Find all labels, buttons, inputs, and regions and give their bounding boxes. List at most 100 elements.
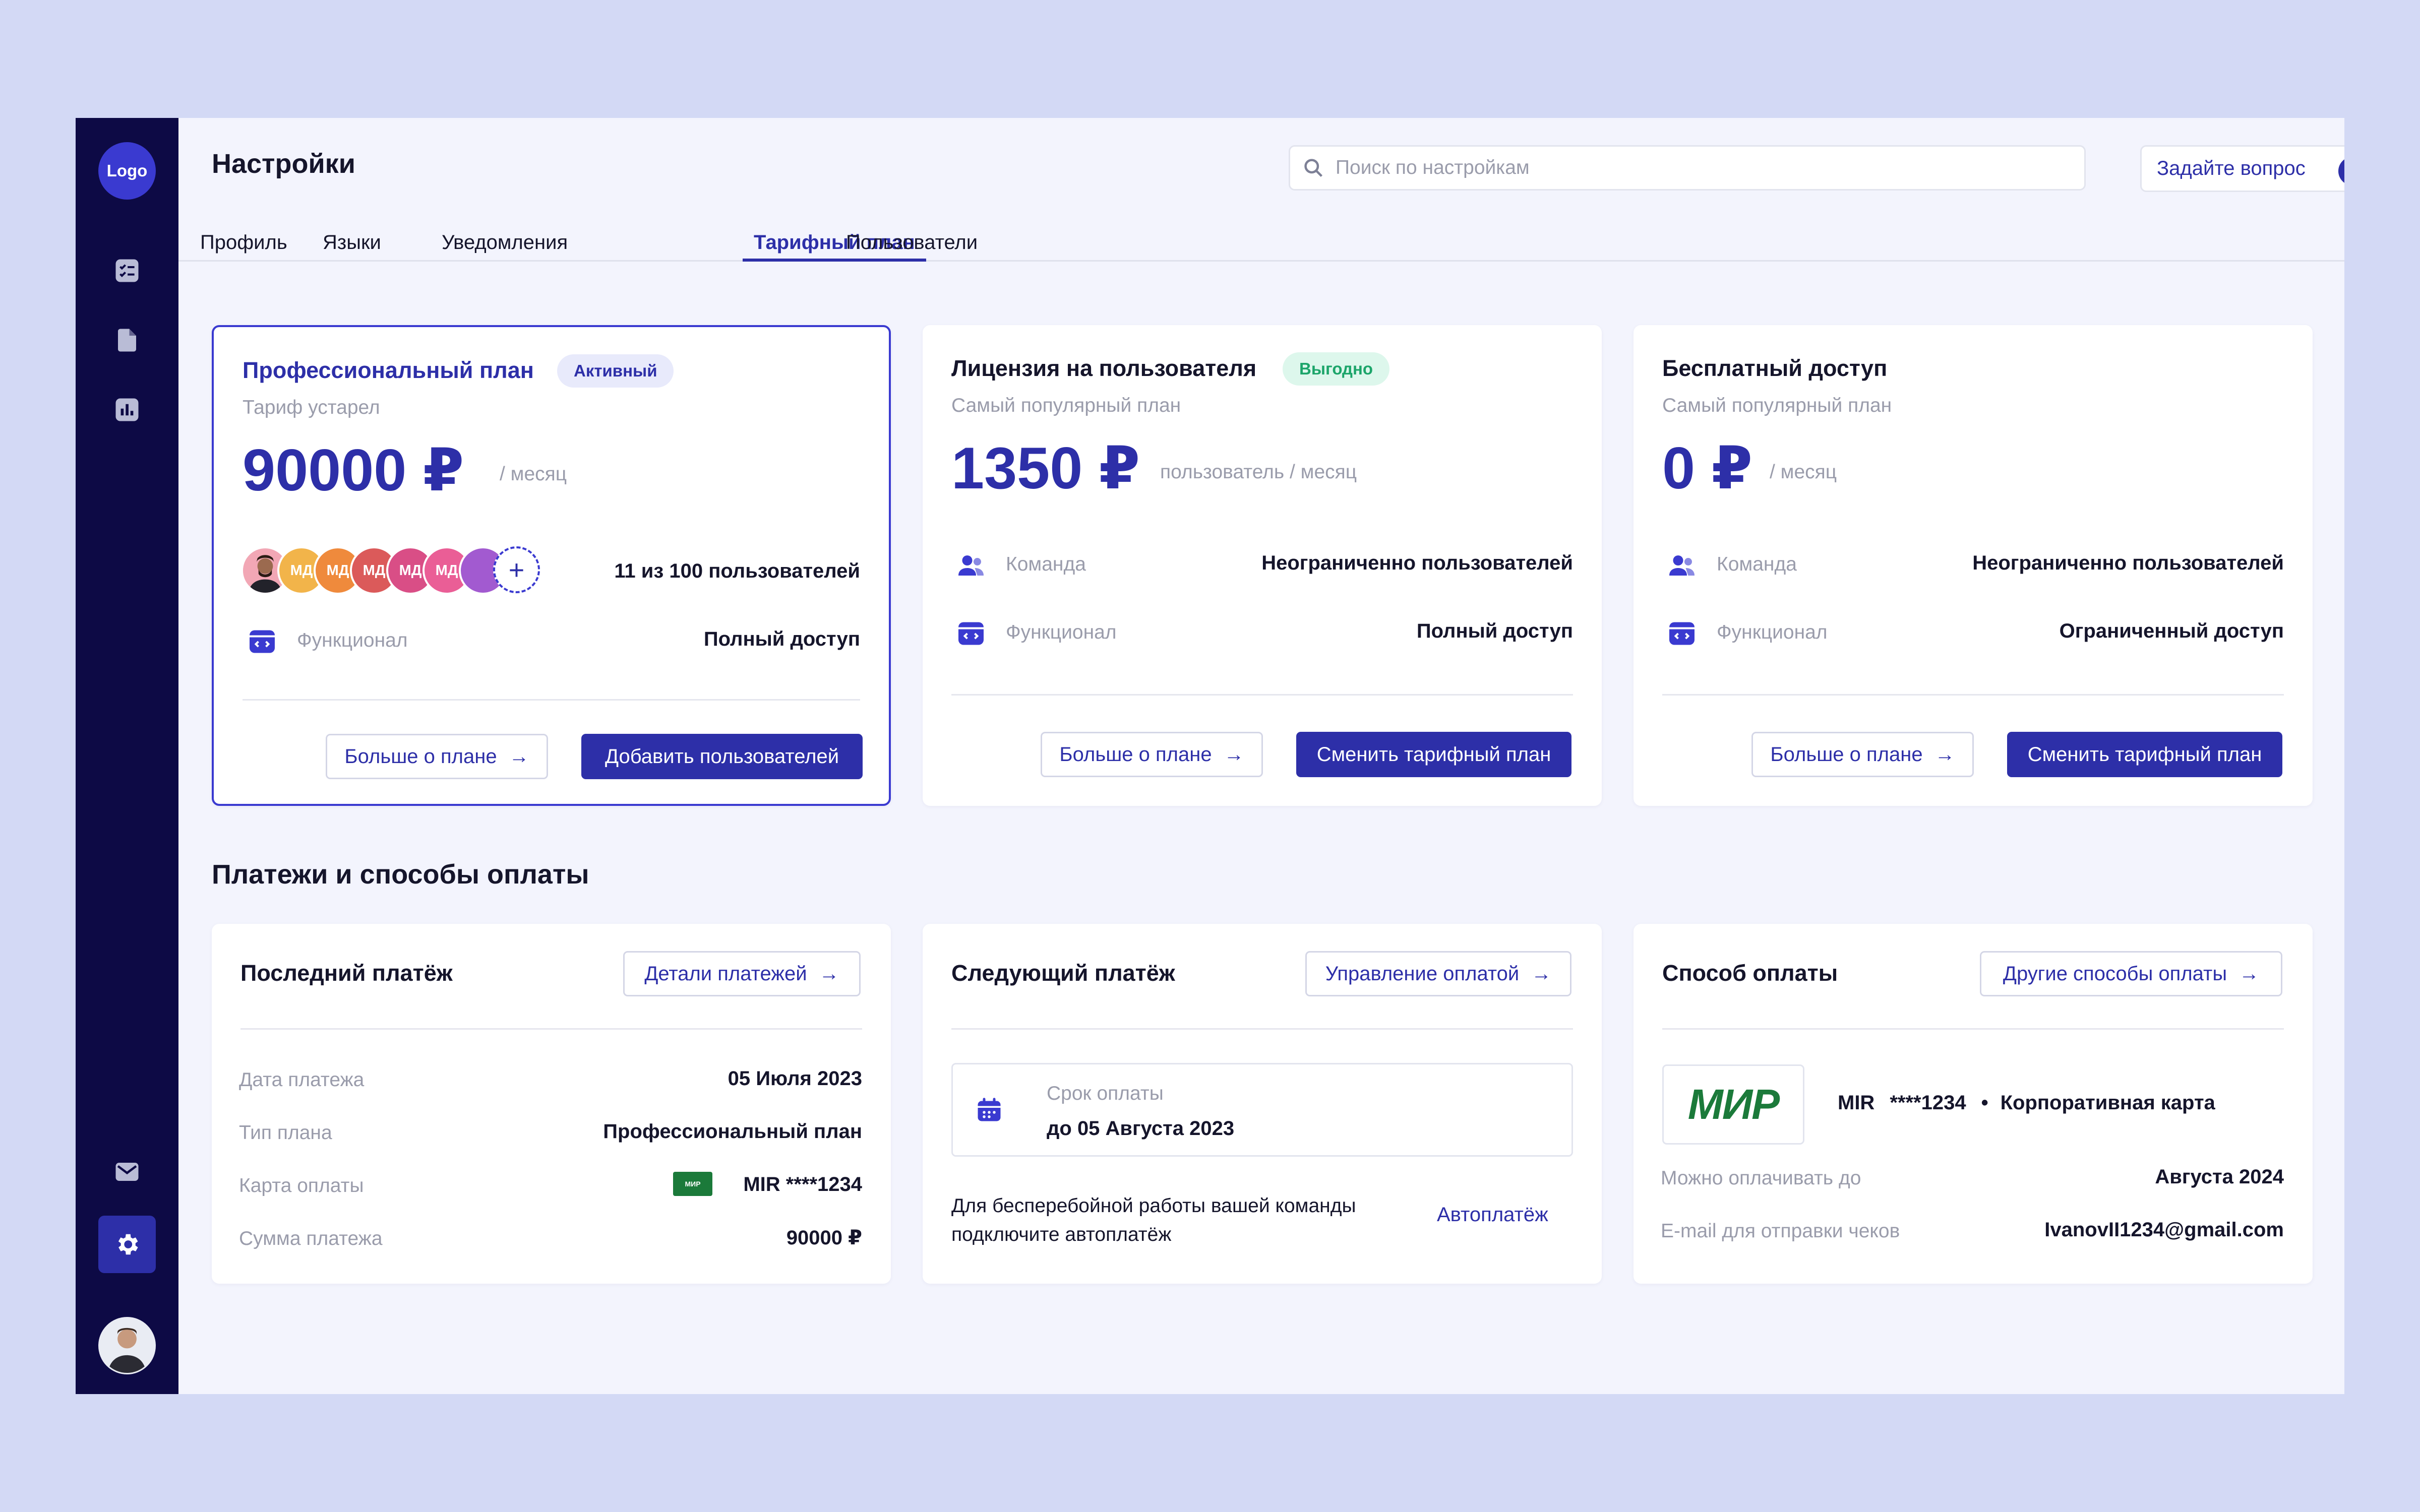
- team-icon: [958, 555, 984, 576]
- more-about-plan-button[interactable]: Больше о плане →: [1041, 732, 1263, 777]
- plan-card-professional: Профессиональный план Активный Тариф уст…: [212, 325, 891, 806]
- divider: [951, 1028, 1573, 1030]
- card-label: Карта оплаты: [239, 1175, 364, 1196]
- app-window: Logo Настройки Поиск по настройкам Задай…: [76, 118, 2344, 1394]
- code-window-icon: [1669, 622, 1695, 645]
- plan-card-per-user: Лицензия на пользователя Выгодно Самый п…: [923, 325, 1602, 806]
- valid-until-value: Августа 2024: [2155, 1166, 2284, 1188]
- autopay-link[interactable]: Автоплатёж: [1437, 1204, 1548, 1226]
- autopay-description: Для бесперебойной работы вашей команды п…: [951, 1195, 1356, 1245]
- plan-card-free: Бесплатный доступ Самый популярный план …: [1634, 325, 2313, 806]
- search-input[interactable]: Поиск по настройкам: [1289, 145, 2086, 191]
- plan-price: 1350 ₽: [951, 435, 1140, 501]
- document-icon[interactable]: [110, 324, 144, 357]
- logo[interactable]: Logo: [98, 142, 156, 200]
- payment-details-button[interactable]: Детали платежей →: [623, 951, 861, 996]
- divider: [1662, 1028, 2284, 1030]
- next-payment-card: Следующий платёж Управление оплатой → Ср…: [923, 924, 1602, 1284]
- plan-name: Профессиональный план: [243, 357, 534, 383]
- search-placeholder: Поиск по настройкам: [1336, 157, 1530, 178]
- card-title: Последний платёж: [240, 960, 453, 986]
- feature-label: Функционал: [1717, 621, 1828, 643]
- more-about-plan-button[interactable]: Больше о плане →: [1751, 732, 1974, 777]
- card-title: Следующий платёж: [951, 960, 1175, 986]
- arrow-right-icon: →: [819, 962, 839, 985]
- tab-languages[interactable]: Языки: [312, 231, 392, 262]
- add-user-icon[interactable]: +: [493, 546, 540, 593]
- mail-icon[interactable]: [110, 1155, 144, 1188]
- divider: [951, 694, 1573, 696]
- card-separator: •: [1981, 1092, 1988, 1114]
- due-date-box: Срок оплаты до 05 Августа 2023: [951, 1063, 1573, 1157]
- arrow-right-icon: →: [509, 745, 529, 768]
- arrow-right-icon: →: [2239, 962, 2260, 985]
- plan-type-label: Тип плана: [239, 1122, 332, 1144]
- mir-card-icon: МИР: [673, 1172, 712, 1196]
- status-badge: Активный: [557, 354, 674, 388]
- button-label: Управление оплатой: [1325, 962, 1520, 985]
- plan-period: пользователь / месяц: [1160, 461, 1357, 483]
- divider: [1662, 694, 2284, 696]
- settings-nav-button[interactable]: [98, 1216, 156, 1273]
- plan-type-value: Профессиональный план: [603, 1120, 862, 1143]
- payments-section-title: Платежи и способы оплаты: [212, 859, 589, 890]
- main-content: Настройки Поиск по настройкам Задайте во…: [178, 118, 2344, 1394]
- payment-date-value: 05 Июля 2023: [728, 1067, 862, 1090]
- last-payment-card: Последний платёж Детали платежей → Дата …: [212, 924, 891, 1284]
- arrow-right-icon: →: [1531, 962, 1552, 985]
- chart-icon[interactable]: [110, 393, 144, 426]
- ask-question-label: Задайте вопрос: [2157, 157, 2306, 179]
- page-title: Настройки: [212, 149, 355, 179]
- mir-logo-text: МИР: [1687, 1081, 1780, 1128]
- divider: [240, 1028, 862, 1030]
- tab-users[interactable]: Пользователи: [835, 231, 989, 262]
- feature-label: Функционал: [297, 629, 408, 651]
- tab-profile[interactable]: Профиль: [189, 231, 298, 262]
- payment-sum-value: 90000 ₽: [786, 1227, 862, 1249]
- card-type: Корпоративная карта: [2000, 1092, 2215, 1114]
- status-badge: Выгодно: [1283, 352, 1390, 386]
- ask-question-button[interactable]: Задайте вопрос ?: [2140, 145, 2344, 192]
- tab-notifications[interactable]: Уведомления: [431, 231, 579, 262]
- search-icon: [1304, 159, 1323, 177]
- team-label: Команда: [1717, 553, 1797, 575]
- change-plan-button[interactable]: Сменить тарифный план: [2007, 732, 2282, 777]
- payment-method-card: Способ оплаты Другие способы оплаты → МИ…: [1634, 924, 2313, 1284]
- other-payment-methods-button[interactable]: Другие способы оплаты →: [1980, 951, 2282, 996]
- more-about-plan-button[interactable]: Больше о плане →: [326, 734, 548, 779]
- mir-logo: МИР: [1662, 1064, 1804, 1145]
- arrow-right-icon: →: [1224, 743, 1244, 766]
- user-avatar[interactable]: [98, 1317, 156, 1374]
- plan-name: Лицензия на пользователя: [951, 355, 1257, 381]
- sidebar: Logo: [76, 118, 178, 1394]
- due-label: Срок оплаты: [1047, 1083, 1164, 1104]
- users-count: 11 из 100 пользователей: [614, 560, 860, 582]
- code-window-icon: [958, 622, 984, 645]
- card-info: MIR ****1234 • Корпоративная карта: [1838, 1092, 2215, 1114]
- card-number: ****1234: [1890, 1092, 1966, 1114]
- card-title: Способ оплаты: [1662, 960, 1838, 986]
- button-label: Больше о плане: [344, 745, 497, 768]
- feature-value: Ограниченный доступ: [2059, 620, 2284, 642]
- plan-subtitle: Самый популярный план: [951, 395, 1181, 416]
- team-icon: [1669, 555, 1695, 576]
- settings-tabs: Профиль Языки Уведомления Тарифный план …: [178, 231, 2344, 262]
- user-avatars: МД МД МД МД МД +: [241, 546, 554, 595]
- team-label: Команда: [1006, 553, 1086, 575]
- button-label: Больше о плане: [1059, 743, 1212, 766]
- valid-until-label: Можно оплачивать до: [1661, 1167, 1861, 1189]
- plan-period: / месяц: [1770, 461, 1837, 483]
- plan-period: / месяц: [500, 463, 567, 485]
- plan-subtitle: Тариф устарел: [243, 397, 380, 418]
- manage-payment-button[interactable]: Управление оплатой →: [1305, 951, 1571, 996]
- tasks-icon[interactable]: [110, 254, 144, 287]
- feature-value: Полный доступ: [1416, 620, 1573, 642]
- card-brand: MIR: [1838, 1092, 1875, 1114]
- email-value: IvanovII1234@gmail.com: [2044, 1219, 2284, 1241]
- button-label: Другие способы оплаты: [2003, 962, 2227, 985]
- email-label: E-mail для отправки чеков: [1661, 1220, 1900, 1242]
- payment-date-label: Дата платежа: [239, 1069, 365, 1091]
- add-users-button[interactable]: Добавить пользователей: [581, 734, 863, 779]
- change-plan-button[interactable]: Сменить тарифный план: [1296, 732, 1571, 777]
- feature-label: Функционал: [1006, 621, 1117, 643]
